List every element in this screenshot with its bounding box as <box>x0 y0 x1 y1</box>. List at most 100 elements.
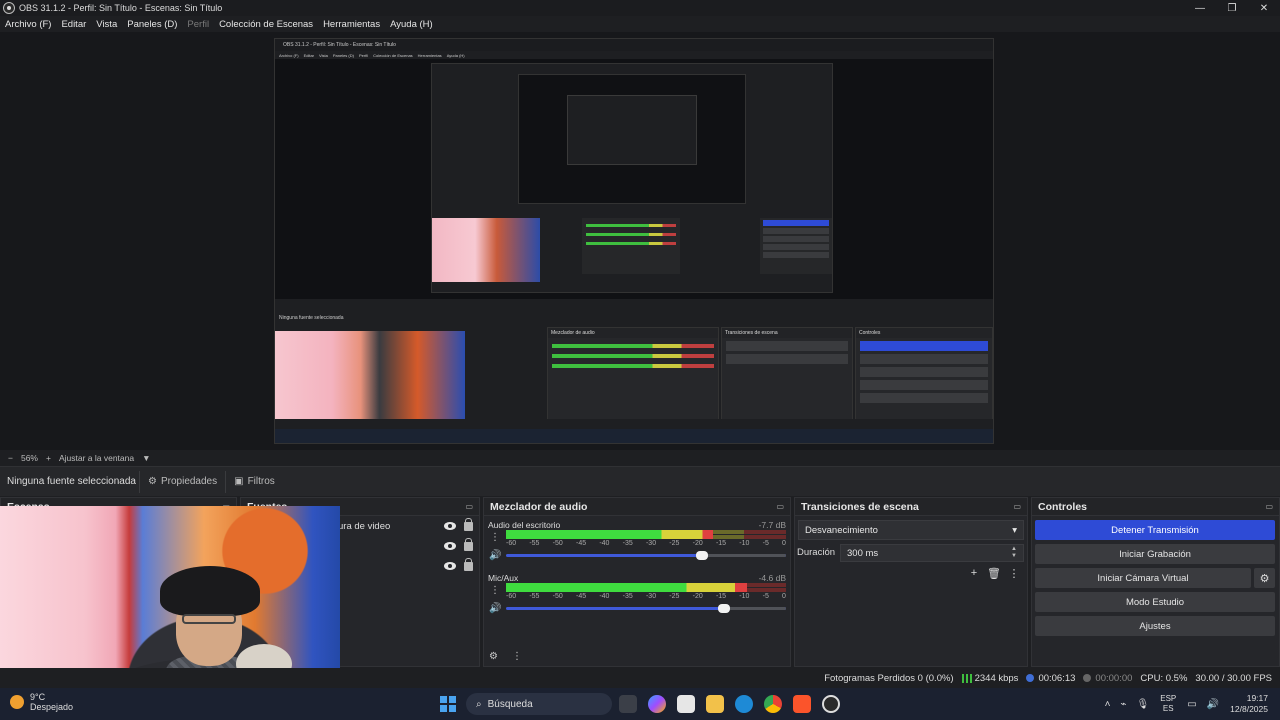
nested-stop-stream <box>860 341 988 351</box>
stream-icon <box>1026 674 1035 682</box>
delete-icon[interactable]: 🗑 <box>984 567 1004 580</box>
menu-archivo[interactable]: Archivo (F) <box>5 19 51 30</box>
clock-time: 19:17 <box>1246 693 1268 703</box>
source-item[interactable] <box>338 556 478 576</box>
start-recording-button[interactable]: Iniciar Grabación <box>1035 544 1275 564</box>
nested-controls-title: Controles <box>856 328 992 338</box>
nested-deeper-preview <box>567 95 697 165</box>
volume-slider[interactable] <box>506 551 786 560</box>
minimize-button[interactable]: — <box>1184 0 1216 16</box>
taskbar-clock[interactable]: 19:17 12/8/2025 <box>1230 693 1268 715</box>
meter-level <box>506 583 747 592</box>
gear-icon[interactable]: ⚙ <box>1254 568 1275 588</box>
eye-icon[interactable] <box>444 522 456 530</box>
add-transition-icon[interactable]: + <box>964 567 984 580</box>
duration-value: 300 ms <box>847 547 879 559</box>
transition-menu-icon[interactable]: ⋮ <box>1004 567 1024 580</box>
lock-icon[interactable] <box>464 537 473 551</box>
start-virtual-camera-button[interactable]: Iniciar Cámara Virtual <box>1035 568 1251 588</box>
maximize-button[interactable]: ❐ <box>1216 0 1248 16</box>
meter-tick-label: -55 <box>529 540 540 547</box>
channel-header: Mic/Aux -4.6 dB <box>488 573 786 583</box>
slider-rest <box>724 607 786 610</box>
studio-mode-button[interactable]: Modo Estudio <box>1035 592 1275 612</box>
transition-select[interactable]: Desvanecimiento ▾ <box>798 520 1024 540</box>
task-view-icon[interactable] <box>619 695 637 713</box>
menu-coleccion-escenas[interactable]: Colección de Escenas <box>219 19 313 30</box>
zoom-minus-icon[interactable]: − <box>8 453 13 463</box>
chevron-up-icon[interactable]: ˄ <box>1105 699 1111 710</box>
system-tray: ˄ ⌁ 🎙 ESP ES ▭ 🔊 19:17 12/8/2025 <box>1100 688 1280 720</box>
obs-taskbar-icon[interactable] <box>822 695 840 713</box>
filters-button[interactable]: ▣ Filtros <box>225 470 283 493</box>
nested-meter <box>586 224 676 227</box>
network-icon[interactable]: ⌁ <box>1121 699 1127 710</box>
close-button[interactable]: ✕ <box>1248 0 1280 16</box>
menu-perfil[interactable]: Perfil <box>187 19 209 30</box>
file-explorer-icon[interactable] <box>706 695 724 713</box>
eye-icon[interactable] <box>444 562 456 570</box>
window-controls: — ❐ ✕ <box>1184 0 1280 16</box>
meter-tick-label: -35 <box>622 540 633 547</box>
slider-knob[interactable] <box>718 604 731 613</box>
microphone-icon[interactable]: 🎙 <box>1137 699 1150 710</box>
properties-button[interactable]: ⚙ Propiedades <box>139 470 225 493</box>
record-icon <box>1083 674 1092 682</box>
mixer-menu-icon[interactable]: ⋮ <box>512 651 522 662</box>
nested-ctrl-btn <box>860 354 988 364</box>
menu-paneles[interactable]: Paneles (D) <box>127 19 177 30</box>
source-item[interactable] <box>338 536 478 556</box>
stop-stream-button[interactable]: Detener Transmisión <box>1035 520 1275 540</box>
program-preview[interactable]: OBS 31.1.2 - Perfil: Sin Título - Escena… <box>0 32 1280 450</box>
meter-tick-label: -45 <box>575 593 587 600</box>
bitrate-value: 2344 kbps <box>974 672 1019 684</box>
weather-widget[interactable]: 9°C Despejado <box>10 692 73 712</box>
edge-icon[interactable] <box>735 695 753 713</box>
zoom-plus-icon[interactable]: + <box>46 453 51 463</box>
channel-menu-icon[interactable]: ⋮ <box>490 532 500 543</box>
channel-menu-icon[interactable]: ⋮ <box>490 585 500 596</box>
lock-icon[interactable] <box>464 557 473 571</box>
volume-slider[interactable] <box>506 604 786 613</box>
copilot-icon[interactable] <box>648 695 666 713</box>
taskbar-search[interactable]: ⌕ Búsqueda <box>466 693 612 715</box>
store-icon[interactable] <box>677 695 695 713</box>
clock-date: 12/8/2025 <box>1230 704 1268 714</box>
undock-icon[interactable]: ▭ <box>776 502 784 511</box>
undock-icon[interactable]: ▭ <box>465 502 473 511</box>
undock-icon[interactable]: ▭ <box>1265 502 1273 511</box>
volume-icon[interactable]: 🔊 <box>1207 699 1219 710</box>
menu-herramientas[interactable]: Herramientas <box>323 19 380 30</box>
menu-editar[interactable]: Editar <box>61 19 86 30</box>
spinner-icon[interactable]: ▲ ▼ <box>1011 546 1017 560</box>
nested-webcam-small <box>432 218 540 282</box>
advanced-audio-icon[interactable]: ⚙ <box>489 651 498 662</box>
duration-input[interactable]: 300 ms ▲ ▼ <box>840 544 1024 562</box>
settings-button[interactable]: Ajustes <box>1035 616 1275 636</box>
source-item[interactable]: ura de video <box>338 516 478 536</box>
windows-start-icon[interactable] <box>440 696 456 712</box>
meter-tick-label: -10 <box>739 540 750 547</box>
nested-menu-item: Paneles (D) <box>332 52 354 58</box>
meter-ticks: -60 -55 -50 -45 -40 -35 -30 -25 -20 -15 -10 -5 0 <box>506 540 786 547</box>
undock-icon[interactable]: ▭ <box>1013 502 1021 511</box>
eye-icon[interactable] <box>444 542 456 550</box>
fit-dropdown-icon[interactable]: ▼ <box>142 453 150 463</box>
slider-knob[interactable] <box>696 551 708 560</box>
display-icon[interactable]: ▭ <box>1187 699 1196 710</box>
brave-icon[interactable] <box>793 695 811 713</box>
speaker-icon[interactable]: 🔊 <box>489 550 501 561</box>
menu-ayuda[interactable]: Ayuda (H) <box>390 19 433 30</box>
menu-vista[interactable]: Vista <box>96 19 117 30</box>
fit-to-window[interactable]: Ajustar a la ventana <box>59 453 134 463</box>
zoom-level: 56% <box>20 453 38 463</box>
properties-label: Propiedades <box>160 476 218 487</box>
nested-meter <box>552 344 714 348</box>
source-toolbar: Ninguna fuente seleccionada ⚙ Propiedade… <box>0 466 1280 496</box>
nested-meter <box>552 354 714 358</box>
language-indicator[interactable]: ESP ES <box>1160 694 1176 714</box>
record-time: 00:00:00 <box>1095 672 1133 684</box>
chrome-icon[interactable] <box>764 695 782 713</box>
speaker-icon[interactable]: 🔊 <box>489 603 501 614</box>
lock-icon[interactable] <box>464 517 473 531</box>
